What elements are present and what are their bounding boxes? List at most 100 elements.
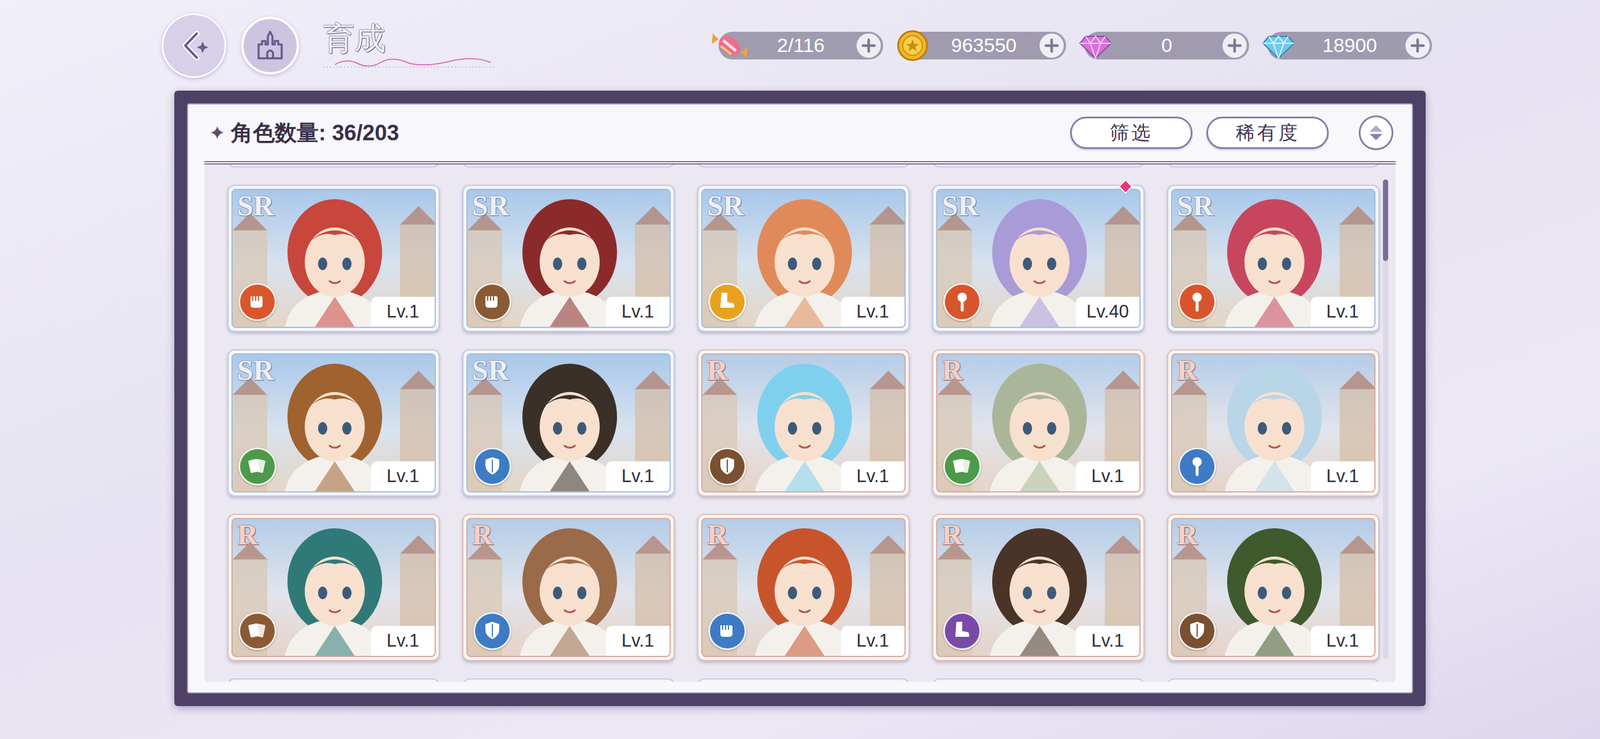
character-card[interactable]: SR Lv.1 <box>1167 184 1380 332</box>
level-tag: Lv.1 <box>840 296 905 327</box>
level-tag: Lv.1 <box>371 461 435 492</box>
card-art: SR Lv.1 <box>231 188 436 328</box>
add-plus-icon[interactable] <box>856 33 881 58</box>
add-plus-icon[interactable] <box>1405 33 1430 58</box>
filter-button[interactable]: 筛选 <box>1070 116 1193 149</box>
character-card[interactable]: R Lv.1 <box>1167 513 1380 661</box>
card-edge <box>227 678 440 682</box>
character-card[interactable]: R Lv.1 <box>697 349 910 497</box>
card-edge <box>227 164 440 168</box>
character-card[interactable]: SR Lv.40 <box>932 184 1145 332</box>
rarity-label: SR <box>941 191 979 220</box>
card-edge <box>462 164 675 168</box>
card-edge <box>1167 164 1380 168</box>
card-grid: SRLv.1SRLv.1SRLv.1SRLv.40SRLv.1SRLv.1SRL… <box>227 164 1396 682</box>
level-tag: Lv.1 <box>1310 625 1375 656</box>
level-tag: Lv.1 <box>371 296 435 327</box>
character-card[interactable]: RLv.1 <box>932 349 1145 497</box>
title-flourish-icon <box>323 55 497 70</box>
character-card[interactable]: RLv.1 <box>1167 349 1380 497</box>
scrollbar-thumb[interactable] <box>1382 179 1389 261</box>
character-card[interactable]: SRLv.1 <box>462 184 675 332</box>
card-art: SR Lv.1 <box>701 188 906 328</box>
boot-element-icon <box>708 282 747 321</box>
card-art: SR Lv.1 <box>466 353 671 493</box>
level-tag: Lv.1 <box>606 461 670 492</box>
sort-order-icon[interactable] <box>1358 115 1394 151</box>
rarity-label: R <box>472 520 493 549</box>
back-button[interactable] <box>161 13 227 78</box>
level-tag: Lv.40 <box>1075 296 1140 327</box>
sparkle-icon: ✦ <box>208 118 226 148</box>
rarity-label: R <box>1176 355 1198 385</box>
roster-header: ✦角色数量: 36/203 筛选稀有度 <box>204 104 1396 165</box>
mace-element-icon <box>943 282 982 321</box>
level-tag: Lv.1 <box>1075 625 1140 656</box>
card-art: R Lv.1 <box>466 517 671 657</box>
level-tag: Lv.1 <box>840 461 905 492</box>
shield-element-icon <box>473 611 512 650</box>
card-element-icon <box>238 447 277 486</box>
rarity-label: R <box>237 520 259 549</box>
rarity-label: SR <box>707 191 745 220</box>
roster-panel: ✦角色数量: 36/203 筛选稀有度 SR Lv.1 SR Lv.1 SR Lv.1 SR Lv… <box>174 90 1426 706</box>
level-tag: Lv.1 <box>1310 296 1375 327</box>
currency-pill: 0 <box>1084 31 1250 60</box>
card-edge <box>1167 678 1380 682</box>
rarity-label: R <box>941 355 963 385</box>
blue-gem-icon <box>1259 27 1298 65</box>
roster-controls: 筛选稀有度 <box>1070 115 1394 151</box>
character-card[interactable]: RLv.1 <box>697 513 910 661</box>
currency-pill: 18900 <box>1267 31 1433 60</box>
character-card[interactable]: R Lv.1 <box>932 513 1145 661</box>
mace-element-icon <box>1178 447 1217 486</box>
character-card[interactable]: SR Lv.1 <box>227 184 440 332</box>
title-text: 育成 <box>323 21 497 56</box>
shield-element-icon <box>473 447 512 486</box>
candy-icon <box>710 27 749 65</box>
rarity-label: SR <box>1176 191 1214 220</box>
currency-pill: 2/116 <box>718 31 884 60</box>
card-art: SR Lv.1 <box>231 353 436 493</box>
top-bar: 育成2/116963550018900 <box>0 0 1600 91</box>
card-art: R Lv.1 <box>936 517 1141 657</box>
coin-icon <box>893 27 932 65</box>
rarity-label: R <box>707 355 728 385</box>
add-plus-icon[interactable] <box>1039 33 1064 58</box>
fist-element-icon <box>238 282 277 321</box>
scrollbar-track <box>1382 179 1389 660</box>
rarity-label: R <box>1176 520 1198 549</box>
character-card[interactable]: SR Lv.1 <box>697 184 910 332</box>
card-art: SRLv.1 <box>466 188 671 328</box>
rarity-label: R <box>941 520 963 549</box>
card-art: SR Lv.1 <box>1171 188 1376 328</box>
character-count: 角色数量: 36/203 <box>230 116 399 150</box>
card-element-icon <box>238 611 277 650</box>
home-castle-icon[interactable] <box>241 16 299 75</box>
add-plus-icon[interactable] <box>1222 33 1247 58</box>
level-tag: Lv.1 <box>606 296 670 327</box>
rarity-label: SR <box>237 191 275 220</box>
level-tag: Lv.1 <box>606 625 670 656</box>
character-card[interactable]: SR Lv.1 <box>227 349 440 497</box>
rarity-label: SR <box>472 355 510 385</box>
card-art: RLv.1 <box>701 517 906 657</box>
character-card[interactable]: R Lv.1 <box>462 513 675 661</box>
shield-element-icon <box>1178 611 1217 650</box>
rarity-label: SR <box>237 355 275 385</box>
currency-bar: 2/116963550018900 <box>718 31 1433 60</box>
rarity-label: R <box>707 520 728 549</box>
character-card[interactable]: SR Lv.1 <box>462 349 675 497</box>
shield-element-icon <box>708 447 747 486</box>
card-edge <box>932 678 1145 682</box>
card-edge <box>697 678 910 682</box>
card-element-icon <box>943 447 982 486</box>
level-tag: Lv.1 <box>371 625 435 656</box>
card-art: RLv.1 <box>1171 353 1376 493</box>
fist-element-icon <box>473 282 512 321</box>
fist-element-icon <box>708 611 747 650</box>
sort-rarity-button[interactable]: 稀有度 <box>1206 116 1329 149</box>
roster-inner: ✦角色数量: 36/203 筛选稀有度 SR Lv.1 SR Lv.1 SR Lv.1 SR Lv… <box>187 103 1413 694</box>
card-art: RLv.1 <box>936 353 1141 493</box>
character-card[interactable]: R Lv.1 <box>227 513 440 661</box>
